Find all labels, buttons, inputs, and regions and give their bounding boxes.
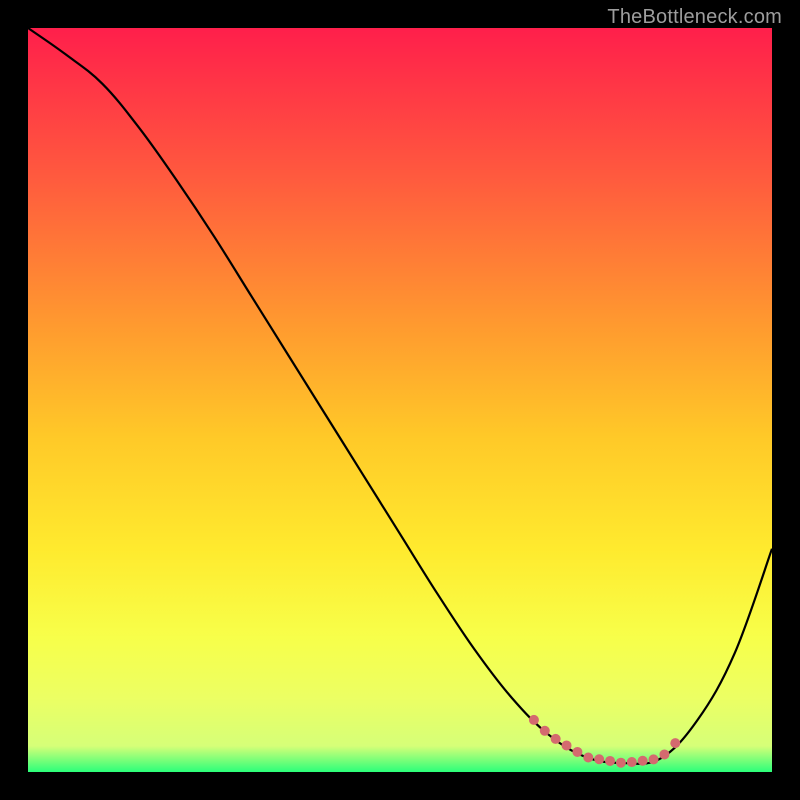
chart-frame: TheBottleneck.com (0, 0, 800, 800)
highlight-dot (572, 747, 582, 757)
highlight-dot (562, 740, 572, 750)
highlight-dot (627, 757, 637, 767)
highlight-dot (605, 756, 615, 766)
highlight-dot (529, 715, 539, 725)
highlight-dot (649, 754, 659, 764)
highlight-dot (670, 738, 680, 748)
highlight-dot (659, 749, 669, 759)
highlight-dot (551, 734, 561, 744)
highlight-dot (540, 726, 550, 736)
highlight-dot (616, 758, 626, 768)
bottleneck-chart (0, 0, 800, 800)
plot-area (28, 28, 772, 772)
highlight-dot (594, 754, 604, 764)
watermark-text: TheBottleneck.com (607, 6, 782, 29)
highlight-dot (638, 756, 648, 766)
highlight-dot (583, 752, 593, 762)
